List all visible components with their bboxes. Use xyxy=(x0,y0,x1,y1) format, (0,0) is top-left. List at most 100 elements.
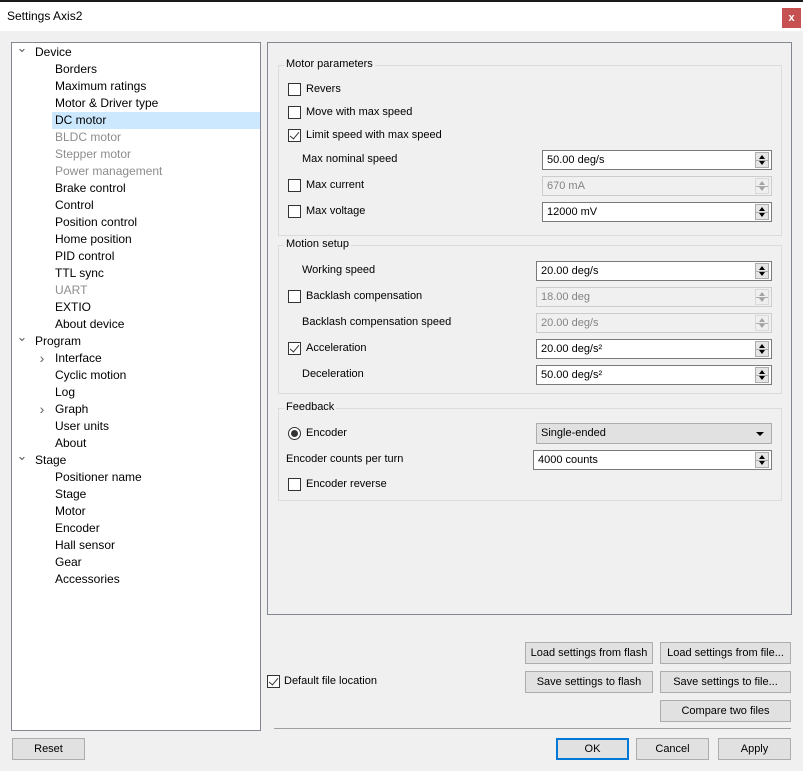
tree-item[interactable]: User units xyxy=(12,418,260,435)
revers-checkbox[interactable] xyxy=(288,83,301,96)
settings-tree[interactable]: ⌄ Device Borders Maximum ratings Motor & Dri… xyxy=(11,40,261,731)
backlash-checkbox[interactable] xyxy=(288,290,301,303)
backlash-value: 18.00 deg xyxy=(541,291,590,303)
tree-item[interactable]: Hall sensor xyxy=(12,537,260,554)
max-current-checkbox[interactable] xyxy=(288,179,301,192)
tree-item[interactable]: ⌄ Stage xyxy=(12,448,260,469)
cancel-button[interactable]: Cancel xyxy=(636,738,709,760)
encoder-counts-spinbox[interactable]: 4000 counts xyxy=(533,450,772,470)
tree-item[interactable]: Positioner name xyxy=(12,469,260,486)
backlash-label: Backlash compensation xyxy=(306,290,423,302)
tree-item[interactable]: Motor & Driver type xyxy=(12,95,260,112)
arrow-down-icon[interactable] xyxy=(759,461,765,465)
tree-item[interactable]: ⌄ Program xyxy=(12,329,260,350)
tree-item-label: Cyclic motion xyxy=(55,368,127,382)
spin-arrows[interactable] xyxy=(755,204,769,220)
chevron-down-icon[interactable]: ⌄ xyxy=(16,328,28,345)
tree-item[interactable]: Position control xyxy=(12,214,260,231)
close-button[interactable]: x xyxy=(782,8,801,28)
arrow-down-icon xyxy=(759,187,765,191)
arrow-down-icon[interactable] xyxy=(759,350,765,354)
spin-arrows[interactable] xyxy=(755,367,769,383)
tree-item[interactable]: PID control xyxy=(12,248,260,265)
load-from-file-button[interactable]: Load settings from file... xyxy=(660,642,791,664)
tree-item[interactable]: Log xyxy=(12,384,260,401)
tree-item[interactable]: › Interface xyxy=(12,350,260,367)
arrow-up-icon[interactable] xyxy=(759,207,765,211)
tree-item-label: Control xyxy=(55,198,94,212)
arrow-up-icon[interactable] xyxy=(759,455,765,459)
max-nominal-speed-spinbox[interactable]: 50.00 deg/s xyxy=(542,150,772,170)
tree-item[interactable]: Accessories xyxy=(12,571,260,588)
spin-arrows[interactable] xyxy=(755,152,769,168)
arrow-up-icon[interactable] xyxy=(759,266,765,270)
tree-item[interactable]: Borders xyxy=(12,61,260,78)
encoder-counts-label: Encoder counts per turn xyxy=(286,453,404,465)
encoder-radio[interactable] xyxy=(288,427,301,440)
settings-page-frame: Motor parameters Revers Move with max sp… xyxy=(267,42,792,615)
tree-item[interactable]: Gear xyxy=(12,554,260,571)
tree-item[interactable]: ⌄ Device xyxy=(12,40,260,61)
tree-item[interactable]: › Graph xyxy=(12,401,260,418)
chevron-down-icon[interactable]: ⌄ xyxy=(16,39,28,56)
ok-button[interactable]: OK xyxy=(556,738,629,760)
encoder-reverse-label: Encoder reverse xyxy=(306,478,387,490)
tree-item[interactable]: Encoder xyxy=(12,520,260,537)
save-to-file-button[interactable]: Save settings to file... xyxy=(660,671,791,693)
arrow-up-icon[interactable] xyxy=(759,155,765,159)
splitter-handle[interactable] xyxy=(261,42,266,731)
max-voltage-label: Max voltage xyxy=(306,205,366,217)
move-max-speed-checkbox[interactable] xyxy=(288,106,301,119)
tree-item-label: DC motor xyxy=(55,113,107,127)
acceleration-spinbox[interactable]: 20.00 deg/s² xyxy=(536,339,772,359)
tree-item[interactable]: Brake control xyxy=(12,180,260,197)
chevron-right-icon[interactable]: › xyxy=(36,401,48,418)
limit-speed-checkbox[interactable] xyxy=(288,129,301,142)
tree-item[interactable]: Stage xyxy=(12,486,260,503)
arrow-down-icon[interactable] xyxy=(759,376,765,380)
backlash-speed-label: Backlash compensation speed xyxy=(302,316,452,328)
spin-arrows[interactable] xyxy=(755,452,769,468)
tree-item[interactable]: About xyxy=(12,435,260,452)
max-current-value: 670 mA xyxy=(547,180,585,192)
backlash-speed-value: 20.00 deg/s xyxy=(541,317,599,329)
working-speed-spinbox[interactable]: 20.00 deg/s xyxy=(536,261,772,281)
arrow-up-icon[interactable] xyxy=(759,370,765,374)
tree-item[interactable]: Home position xyxy=(12,231,260,248)
max-nominal-speed-value: 50.00 deg/s xyxy=(547,154,605,166)
tree-item-label: Stepper motor xyxy=(55,147,132,161)
arrow-down-icon[interactable] xyxy=(759,272,765,276)
deceleration-spinbox[interactable]: 50.00 deg/s² xyxy=(536,365,772,385)
spin-arrows[interactable] xyxy=(755,263,769,279)
tree-item[interactable]: DC motor xyxy=(12,112,260,129)
arrow-up-icon[interactable] xyxy=(759,344,765,348)
tree-item[interactable]: TTL sync xyxy=(12,265,260,282)
acceleration-checkbox[interactable] xyxy=(288,342,301,355)
tree-item-label: Stage xyxy=(35,453,67,467)
default-file-location-checkbox[interactable] xyxy=(267,675,280,688)
save-to-flash-button[interactable]: Save settings to flash xyxy=(525,671,653,693)
encoder-type-select[interactable]: Single-ended xyxy=(536,423,772,444)
max-voltage-spinbox[interactable]: 12000 mV xyxy=(542,202,772,222)
tree-item[interactable]: Cyclic motion xyxy=(12,367,260,384)
reset-button[interactable]: Reset xyxy=(12,738,85,760)
tree-item[interactable]: Motor xyxy=(12,503,260,520)
arrow-down-icon[interactable] xyxy=(759,161,765,165)
limit-speed-label: Limit speed with max speed xyxy=(306,129,442,141)
chevron-right-icon[interactable]: › xyxy=(36,350,48,367)
max-voltage-checkbox[interactable] xyxy=(288,205,301,218)
encoder-reverse-checkbox[interactable] xyxy=(288,478,301,491)
tree-item[interactable]: Maximum ratings xyxy=(12,78,260,95)
compare-files-button[interactable]: Compare two files xyxy=(660,700,791,722)
tree-item[interactable]: Control xyxy=(12,197,260,214)
spin-arrows[interactable] xyxy=(755,341,769,357)
load-from-flash-button[interactable]: Load settings from flash xyxy=(525,642,653,664)
apply-button[interactable]: Apply xyxy=(718,738,791,760)
arrow-down-icon[interactable] xyxy=(759,213,765,217)
chevron-down-icon[interactable]: ⌄ xyxy=(16,447,28,464)
tree-item[interactable]: About device xyxy=(12,316,260,333)
tree-item[interactable]: EXTIO xyxy=(12,299,260,316)
max-nominal-speed-label: Max nominal speed xyxy=(302,153,398,165)
tree-item-label: Stage xyxy=(55,487,87,501)
tree-item-label: About xyxy=(55,436,87,450)
